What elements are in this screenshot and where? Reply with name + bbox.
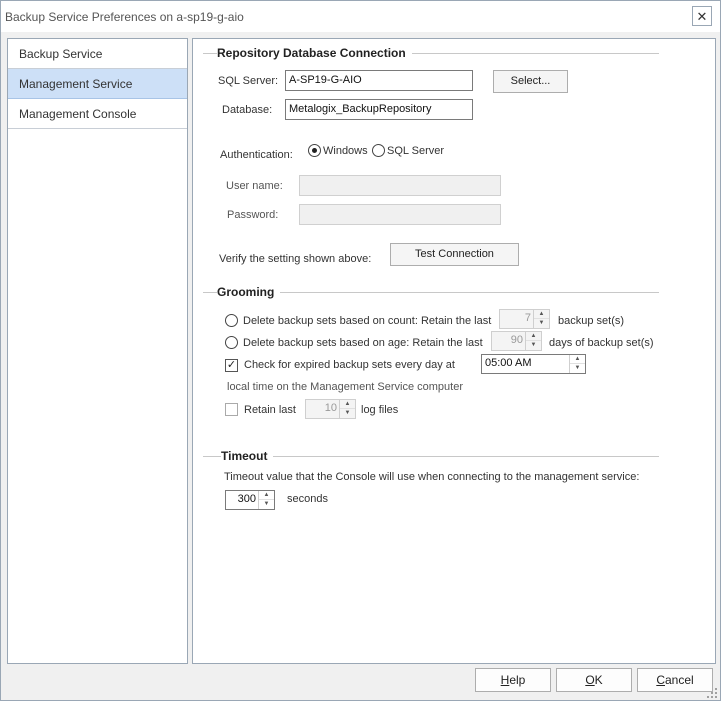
retain-count-stepper[interactable]: 7 ▲ ▼ [499,309,550,329]
spin-up-icon[interactable]: ▲ [570,355,585,364]
retain-days-value: 90 [510,334,523,346]
database-label: Database: [222,104,273,116]
spin-down-icon[interactable]: ▼ [570,364,585,373]
retain-count-suffix: backup set(s) [558,315,625,327]
ok-label: K [594,673,603,687]
timeout-stepper[interactable]: 300 ▲ ▼ [225,490,275,510]
cancel-accel: C [656,673,665,687]
local-time-note: local time on the Management Service com… [227,381,464,393]
window-title: Backup Service Preferences on a-sp19-g-a… [5,10,244,24]
ok-button[interactable]: OK [556,668,632,692]
nav-item-management-console[interactable]: Management Console [8,99,187,129]
delete-by-age-label: Delete backup sets based on age: Retain … [243,337,483,349]
check-expired-label: Check for expired backup sets every day … [244,359,455,371]
retain-last-label: Retain last [244,404,296,416]
retain-last-value: 10 [324,402,337,414]
test-connection-button[interactable]: Test Connection [390,243,519,266]
settings-nav: Backup Service Management Service Manage… [7,38,188,664]
spin-up-icon[interactable]: ▲ [259,491,274,500]
resize-grip-icon[interactable] [706,687,718,699]
sql-server-label: SQL Server: [218,75,279,87]
timeout-group-title: Timeout [221,449,274,463]
retain-days-stepper[interactable]: 90 ▲ ▼ [491,331,542,351]
spin-down-icon[interactable]: ▼ [259,500,274,509]
cancel-label: ancel [664,673,694,687]
grooming-group-title: Grooming [217,285,281,299]
sql-server-input[interactable]: A-SP19-G-AIO [285,70,473,91]
settings-panel: Repository Database Connection SQL Serve… [192,38,716,664]
nav-item-management-service[interactable]: Management Service [8,69,187,99]
username-input[interactable] [299,175,501,196]
timeout-description: Timeout value that the Console will use … [224,471,640,483]
timeout-unit: seconds [287,493,328,505]
title-bar: Backup Service Preferences on a-sp19-g-a… [1,1,720,32]
retain-last-checkbox[interactable] [225,403,238,416]
delete-by-age-radio[interactable] [225,336,238,349]
spin-down-icon[interactable]: ▼ [534,319,549,328]
spin-up-icon[interactable]: ▲ [534,310,549,319]
retain-last-suffix: log files [361,404,399,416]
auth-windows-label: Windows [323,145,368,157]
timeout-value: 300 [237,493,256,505]
close-icon: ✕ [696,8,708,24]
database-input[interactable]: Metalogix_BackupRepository [285,99,473,120]
nav-item-label: Management Service [19,77,133,91]
help-button[interactable]: Help [475,668,551,692]
retain-count-value: 7 [524,312,531,324]
retain-last-stepper[interactable]: 10 ▲ ▼ [305,399,356,419]
auth-sql-label: SQL Server [387,145,445,157]
close-button[interactable]: ✕ [692,6,712,26]
check-expired-checkbox[interactable]: ✓ [225,359,238,372]
check-time-picker[interactable]: 05:00 AM ▲ ▼ [481,354,586,374]
nav-item-label: Backup Service [19,47,103,61]
username-label: User name: [226,180,283,192]
preferences-dialog: Backup Service Preferences on a-sp19-g-a… [0,0,721,701]
cancel-button[interactable]: Cancel [637,668,713,692]
verify-label: Verify the setting shown above: [219,253,372,265]
spin-down-icon[interactable]: ▼ [340,409,355,418]
spin-down-icon[interactable]: ▼ [526,341,541,350]
spin-up-icon[interactable]: ▲ [340,400,355,409]
authentication-label: Authentication: [220,149,293,161]
auth-sql-radio[interactable] [372,144,385,157]
ok-accel: O [585,673,595,687]
help-label: elp [509,673,526,687]
check-time-value: 05:00 AM [485,357,532,369]
repository-group-title: Repository Database Connection [217,46,412,60]
auth-windows-radio[interactable] [308,144,321,157]
delete-by-count-radio[interactable] [225,314,238,327]
password-input[interactable] [299,204,501,225]
select-server-button[interactable]: Select... [493,70,568,93]
delete-by-count-label: Delete backup sets based on count: Retai… [243,315,492,327]
nav-item-label: Management Console [19,107,137,121]
retain-days-suffix: days of backup set(s) [549,337,654,349]
spin-up-icon[interactable]: ▲ [526,332,541,341]
password-label: Password: [227,209,279,221]
nav-item-backup-service[interactable]: Backup Service [8,39,187,69]
